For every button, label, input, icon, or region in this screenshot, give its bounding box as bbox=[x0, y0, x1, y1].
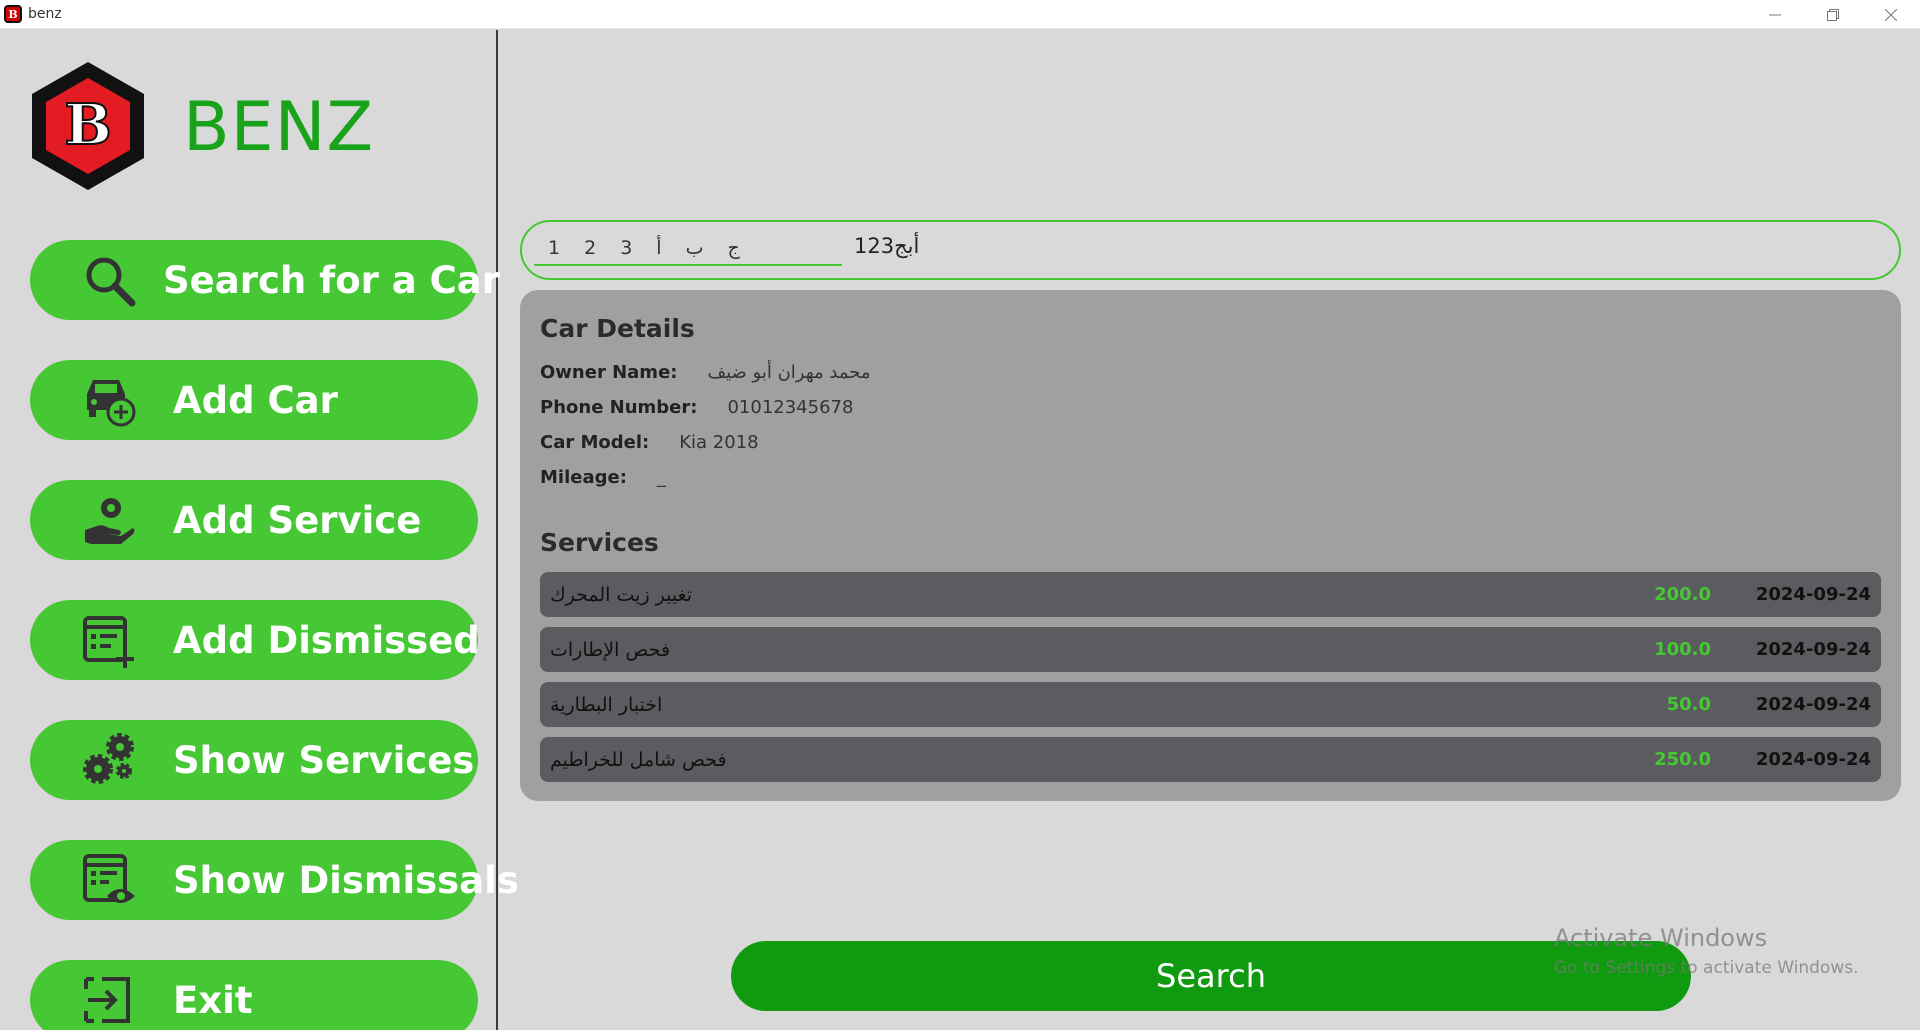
nav-label: Search for a Car bbox=[163, 258, 500, 302]
search-button[interactable]: Search bbox=[731, 941, 1691, 1011]
nav-show-services-button[interactable]: Show Services bbox=[30, 720, 478, 800]
service-price: 250.0 bbox=[1654, 749, 1711, 770]
key-hint: ب bbox=[685, 237, 704, 259]
minimize-button[interactable] bbox=[1746, 0, 1804, 29]
nav-exit-button[interactable]: Exit bbox=[30, 960, 478, 1030]
car-details-title: Car Details bbox=[540, 314, 695, 343]
nav-label: Exit bbox=[173, 978, 253, 1022]
minimize-icon bbox=[1769, 14, 1781, 15]
app-icon: B bbox=[4, 5, 22, 23]
nav-label: Add Car bbox=[173, 378, 338, 422]
service-date: 2024-09-24 bbox=[1755, 584, 1871, 605]
phone-field: Phone Number: 01012345678 bbox=[540, 397, 853, 418]
service-row: فحص الإطارات 100.0 2024-09-24 bbox=[540, 627, 1881, 672]
close-icon bbox=[1885, 8, 1897, 21]
search-input-container[interactable]: 1 2 3 أ ب ج أبج123 bbox=[520, 220, 1901, 280]
window-controls bbox=[1746, 0, 1920, 29]
nav-label: Show Services bbox=[173, 738, 475, 782]
key-hint: أ bbox=[656, 237, 662, 259]
phone-value: 01012345678 bbox=[727, 397, 854, 418]
nav-add-dismissed-button[interactable]: Add Dismissed bbox=[30, 600, 480, 680]
car-details-panel: Car Details Owner Name: محمد مهران أبو ض… bbox=[520, 290, 1901, 801]
brand-title: BENZ bbox=[183, 88, 375, 167]
service-price: 50.0 bbox=[1666, 694, 1711, 715]
activation-watermark-title: Activate Windows bbox=[1554, 924, 1768, 952]
owner-value: محمد مهران أبو ضيف bbox=[707, 362, 871, 383]
nav-label: Show Dismissals bbox=[173, 858, 519, 902]
restore-icon bbox=[1827, 8, 1839, 21]
mileage-field: Mileage: _ bbox=[540, 467, 666, 488]
model-label: Car Model: bbox=[540, 432, 650, 453]
mileage-label: Mileage: bbox=[540, 467, 627, 488]
svg-text:B: B bbox=[64, 92, 111, 158]
window-title: benz bbox=[28, 6, 62, 22]
mileage-value: _ bbox=[656, 467, 666, 488]
exit-icon bbox=[80, 971, 138, 1029]
activation-watermark-text: Go to Settings to activate Windows. bbox=[1554, 958, 1859, 978]
key-hint: 2 bbox=[584, 237, 597, 259]
service-date: 2024-09-24 bbox=[1755, 694, 1871, 715]
gears-icon bbox=[80, 731, 138, 789]
restore-button[interactable] bbox=[1804, 0, 1862, 29]
nav-label: Add Dismissed bbox=[173, 618, 480, 662]
service-name: تغيير زيت المحرك bbox=[550, 583, 693, 606]
keyboard-hint: 1 2 3 أ ب ج bbox=[534, 232, 842, 266]
service-name: اختبار البطارية bbox=[550, 693, 663, 716]
sidebar: B BENZ Search for a Car Add Car Add Serv… bbox=[0, 30, 519, 1030]
benz-logo: B bbox=[32, 62, 144, 190]
service-price: 100.0 bbox=[1654, 639, 1711, 660]
service-row: اختبار البطارية 50.0 2024-09-24 bbox=[540, 682, 1881, 727]
key-hint: 1 bbox=[548, 237, 561, 259]
service-row: فحص شامل للخراطيم 250.0 2024-09-24 bbox=[540, 737, 1881, 782]
service-row: تغيير زيت المحرك 200.0 2024-09-24 bbox=[540, 572, 1881, 617]
service-price: 200.0 bbox=[1654, 584, 1711, 605]
title-bar: B benz bbox=[0, 0, 1920, 29]
model-value: Kia 2018 bbox=[679, 432, 759, 453]
owner-field: Owner Name: محمد مهران أبو ضيف bbox=[540, 362, 871, 383]
phone-label: Phone Number: bbox=[540, 397, 698, 418]
key-hint: ج bbox=[727, 237, 740, 259]
car-add-icon bbox=[80, 371, 138, 429]
key-hint: 3 bbox=[620, 237, 633, 259]
owner-label: Owner Name: bbox=[540, 362, 678, 383]
nav-add-car-button[interactable]: Add Car bbox=[30, 360, 478, 440]
service-name: فحص شامل للخراطيم bbox=[550, 748, 727, 771]
service-hand-icon bbox=[80, 491, 138, 549]
nav-add-service-button[interactable]: Add Service bbox=[30, 480, 478, 560]
document-eye-icon bbox=[80, 851, 138, 909]
nav-search-car-button[interactable]: Search for a Car bbox=[30, 240, 500, 320]
close-button[interactable] bbox=[1862, 0, 1920, 29]
nav-label: Add Service bbox=[173, 498, 422, 542]
search-input[interactable]: أبج123 bbox=[854, 234, 919, 258]
list-add-icon bbox=[80, 611, 138, 669]
service-date: 2024-09-24 bbox=[1755, 639, 1871, 660]
model-field: Car Model: Kia 2018 bbox=[540, 432, 759, 453]
nav-show-dismissals-button[interactable]: Show Dismissals bbox=[30, 840, 519, 920]
services-title: Services bbox=[540, 528, 659, 557]
service-name: فحص الإطارات bbox=[550, 638, 671, 661]
service-date: 2024-09-24 bbox=[1755, 749, 1871, 770]
search-icon bbox=[80, 251, 138, 309]
